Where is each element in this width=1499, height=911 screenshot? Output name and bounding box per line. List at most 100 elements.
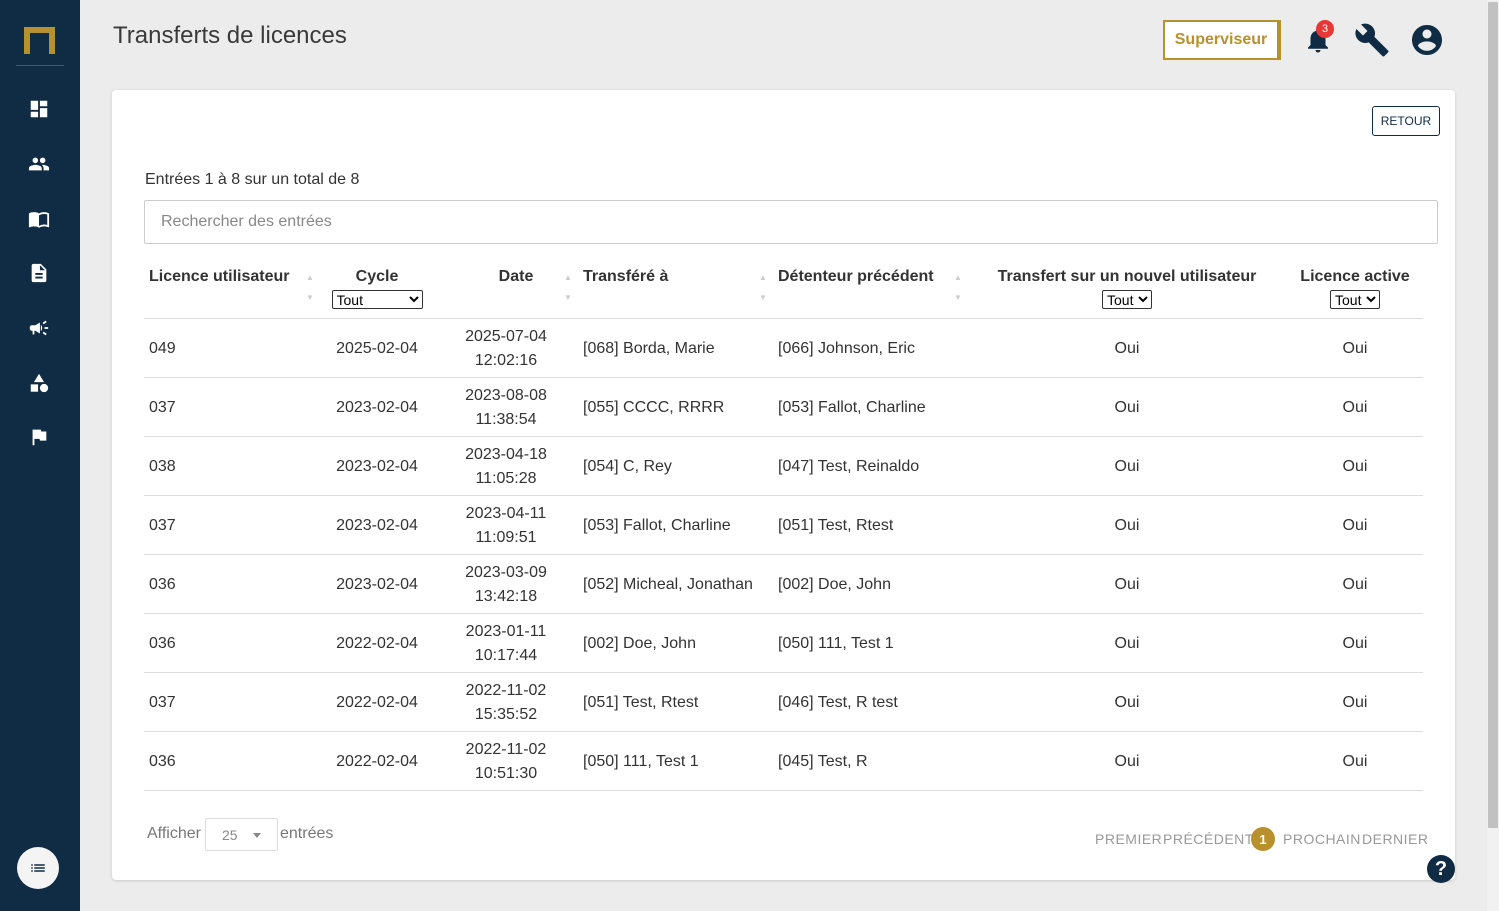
help-icon[interactable]: ? (1427, 855, 1455, 883)
sort-date-control[interactable]: ▲ ▼ (563, 274, 573, 302)
cycle-filter-select[interactable]: Tout (331, 290, 423, 309)
page-size-suffix: entrées (280, 825, 334, 842)
pager-last[interactable]: DERNIER (1362, 831, 1429, 847)
sidebar-item-categories[interactable] (24, 368, 54, 398)
cell-new-user: Oui (1114, 693, 1140, 711)
sort-asc-icon: ▲ (759, 273, 767, 282)
sidebar-item-documents[interactable] (24, 258, 54, 288)
transfers-card: RETOUR Entrées 1 à 8 sur un total de 8 L… (112, 90, 1455, 880)
cell-date-day: 2023-01-11 (465, 622, 547, 640)
cell-licence: 036 (149, 752, 176, 770)
cell-date-day: 2023-08-08 (465, 386, 547, 404)
pager-current-page[interactable]: 1 (1251, 827, 1275, 851)
app-logo[interactable] (24, 27, 55, 54)
sidebar-item-reports[interactable] (24, 422, 54, 452)
entries-info: Entrées 1 à 8 sur un total de 8 (145, 171, 360, 188)
cell-transferred-to: [050] 111, Test 1 (583, 752, 699, 770)
active-filter-select[interactable]: Tout (1330, 290, 1380, 309)
sort-asc-icon: ▲ (564, 273, 572, 282)
cell-date-day: 2022-11-02 (465, 740, 547, 758)
search-input[interactable] (144, 200, 1438, 244)
shapes-icon (30, 373, 49, 393)
sort-asc-icon: ▲ (306, 273, 314, 282)
caret-down-icon (253, 833, 261, 838)
column-header-active-label: Licence active (1300, 268, 1410, 285)
page-size-select[interactable]: 25 (205, 818, 278, 851)
cell-transferred-to: [002] Doe, John (583, 634, 696, 652)
table-row[interactable]: 037 2023-02-04 2023-08-08 11:38:54 [055] CCC… (144, 378, 1423, 437)
page-size-label: Afficher (147, 825, 201, 842)
column-header-active: Licence active Tout (1290, 268, 1420, 309)
sidebar-item-users[interactable] (24, 149, 54, 179)
cell-previous-holder: [051] Test, Rtest (778, 516, 894, 534)
table-row[interactable]: 036 2022-02-04 2023-01-11 10:17:44 [002] Doe… (144, 614, 1423, 673)
table-row[interactable]: 038 2023-02-04 2023-04-18 11:05:28 [054] C, … (144, 437, 1423, 496)
column-header-licence[interactable]: Licence utilisateur (149, 268, 290, 286)
back-button[interactable]: RETOUR (1372, 106, 1440, 136)
cell-cycle: 2023-02-04 (336, 398, 418, 416)
column-header-date[interactable]: Date (466, 268, 566, 286)
sidebar-item-dashboard[interactable] (24, 94, 54, 124)
sort-desc-icon: ▼ (954, 293, 962, 302)
megaphone-icon (29, 320, 49, 336)
new-user-filter-select[interactable]: Tout (1102, 290, 1152, 309)
cell-active: Oui (1342, 339, 1368, 357)
column-header-new-user: Transfert sur un nouvel utilisateur Tout (993, 268, 1261, 309)
column-header-previous-holder[interactable]: Détenteur précédent (778, 268, 934, 286)
page-size-value: 25 (222, 826, 238, 843)
cell-cycle: 2022-02-04 (336, 634, 418, 652)
sidebar-item-announcements[interactable] (24, 313, 54, 343)
pager-previous[interactable]: PRÉCÉDENT (1163, 831, 1254, 847)
cell-date-day: 2023-04-18 (465, 445, 547, 463)
sidebar-item-book[interactable] (24, 204, 54, 234)
cell-active: Oui (1342, 634, 1368, 652)
pager-first[interactable]: PREMIER (1095, 831, 1162, 847)
cell-date: 2022-11-02 10:51:30 (456, 732, 556, 791)
sidebar-menu-toggle[interactable] (17, 847, 59, 889)
sort-transferred-to-control[interactable]: ▲ ▼ (758, 274, 768, 302)
supervisor-button[interactable]: Superviseur (1163, 20, 1281, 60)
cell-transferred-to: [052] Micheal, Jonathan (583, 575, 753, 593)
cell-licence: 038 (149, 457, 176, 475)
cell-cycle: 2023-02-04 (336, 457, 418, 475)
table-row[interactable]: 037 2022-02-04 2022-11-02 15:35:52 [051] Tes… (144, 673, 1423, 732)
cell-previous-holder: [002] Doe, John (778, 575, 891, 593)
table-header: Licence utilisateur ▲ ▼ Cycle Tout Date ▲… (144, 256, 1423, 319)
cell-licence: 037 (149, 693, 176, 711)
cell-licence: 036 (149, 634, 176, 652)
cell-previous-holder: [050] 111, Test 1 (778, 634, 894, 652)
cell-new-user: Oui (1114, 575, 1140, 593)
table-row[interactable]: 049 2025-02-04 2025-07-04 12:02:16 [068] Bor… (144, 319, 1423, 378)
cell-transferred-to: [053] Fallot, Charline (583, 516, 731, 534)
table-row[interactable]: 037 2023-02-04 2023-04-11 11:09:51 [053] Fal… (144, 496, 1423, 555)
cell-date-day: 2023-03-09 (465, 563, 547, 581)
sort-desc-icon: ▼ (306, 293, 314, 302)
cell-active: Oui (1342, 693, 1368, 711)
page-scrollbar-thumb[interactable] (1488, 2, 1498, 828)
book-icon (28, 212, 50, 228)
cell-transferred-to: [054] C, Rey (583, 457, 672, 475)
cell-cycle: 2023-02-04 (336, 575, 418, 593)
settings-button[interactable] (1354, 22, 1390, 58)
dashboard-icon (30, 100, 48, 118)
table-row[interactable]: 036 2023-02-04 2023-03-09 13:42:18 [052] Mic… (144, 555, 1423, 614)
cell-new-user: Oui (1114, 398, 1140, 416)
flag-icon (32, 429, 47, 446)
sort-previous-holder-control[interactable]: ▲ ▼ (953, 274, 963, 302)
cell-date-time: 10:51:30 (474, 764, 538, 782)
account-button[interactable] (1409, 22, 1445, 58)
cell-previous-holder: [047] Test, Reinaldo (778, 457, 920, 475)
column-header-transferred-to[interactable]: Transféré à (583, 268, 668, 286)
cell-licence: 037 (149, 516, 176, 534)
cell-active: Oui (1342, 516, 1368, 534)
sort-licence-control[interactable]: ▲ ▼ (305, 274, 315, 302)
cell-date: 2023-03-09 13:42:18 (456, 555, 556, 614)
cell-date: 2023-08-08 11:38:54 (456, 378, 556, 437)
cell-new-user: Oui (1114, 516, 1140, 534)
table-row[interactable]: 036 2022-02-04 2022-11-02 10:51:30 [050] 111… (144, 732, 1423, 791)
column-header-cycle: Cycle Tout (327, 268, 427, 309)
list-icon (31, 864, 45, 872)
pager-next[interactable]: PROCHAIN (1283, 831, 1361, 847)
cell-licence: 036 (149, 575, 176, 593)
cell-date-time: 12:02:16 (474, 351, 538, 369)
